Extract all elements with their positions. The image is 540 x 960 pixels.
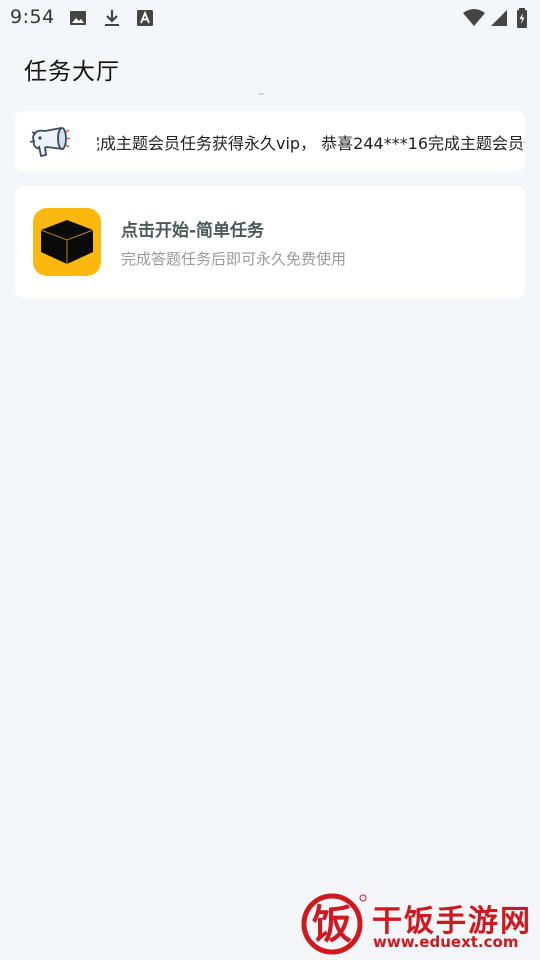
font-a-icon [137, 10, 153, 26]
task-app-icon [33, 208, 101, 276]
status-bar: 9:54 [0, 0, 540, 36]
notice-text: 完成主题会员任务获得永久vip， 恭喜244***16完成主题会员任务 [97, 134, 525, 153]
status-time: 9:54 [10, 6, 55, 28]
task-title: 点击开始-简单任务 [121, 221, 265, 241]
black-cube-icon [40, 220, 94, 264]
watermark-logo-char: 饭 [312, 902, 352, 948]
battery-charging-icon [517, 8, 527, 28]
megaphone-icon [29, 127, 70, 157]
wifi-icon [463, 9, 485, 26]
page-title: 任务大厅 [24, 59, 120, 85]
task-card-simple[interactable]: 点击开始-简单任务 完成答题任务后即可永久免费使用 [15, 186, 525, 298]
watermark-url: www.eduext.com [373, 933, 519, 951]
signal-icon [491, 10, 507, 26]
notice-bar: 完成主题会员任务获得永久vip， 恭喜244***16完成主题会员任务 [15, 111, 525, 171]
download-icon [105, 10, 119, 26]
notice-marquee: 完成主题会员任务获得永久vip， 恭喜244***16完成主题会员任务 [97, 111, 525, 171]
image-icon [70, 11, 86, 25]
task-description: 完成答题任务后即可永久免费使用 [121, 250, 347, 268]
title-indicator [258, 93, 264, 95]
watermark-logo: 饭 [301, 893, 367, 955]
